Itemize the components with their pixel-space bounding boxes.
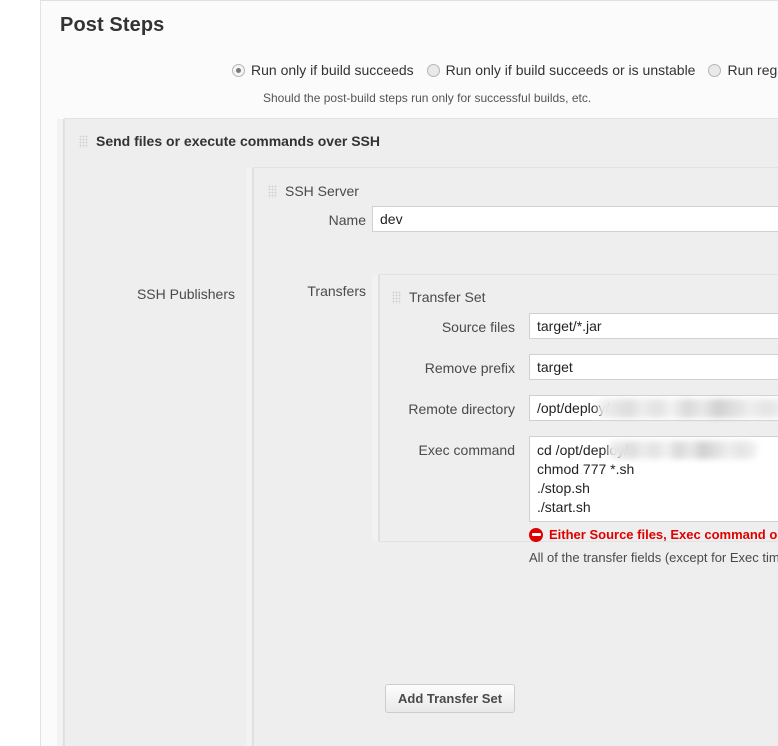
add-transfer-set-button[interactable]: Add Transfer Set xyxy=(385,684,515,713)
drag-handle-icon[interactable] xyxy=(79,135,88,148)
error-icon xyxy=(529,528,543,542)
radio-button-run-if-succeeds[interactable] xyxy=(232,64,245,77)
ssh-server-heading: SSH Server xyxy=(285,183,359,199)
transfer-set-heading: Transfer Set xyxy=(409,289,486,305)
radio-label-run-if-succeeds: Run only if build succeeds xyxy=(251,62,414,78)
radio-label-run-regardless: Run rega xyxy=(727,62,778,78)
source-files-label: Source files xyxy=(365,319,515,335)
remote-directory-label: Remote directory xyxy=(365,401,515,417)
drag-handle-icon[interactable] xyxy=(268,185,277,198)
transfer-set-block: Transfer Set Source files Remove prefix … xyxy=(379,274,778,542)
radio-label-run-if-succeeds-or-unstable: Run only if build succeeds or is unstabl… xyxy=(446,62,696,78)
radio-option-run-regardless[interactable]: Run rega xyxy=(708,62,778,78)
remove-prefix-input[interactable] xyxy=(529,354,778,380)
exec-command-textarea[interactable] xyxy=(529,436,778,522)
transfer-set-error-row: Either Source files, Exec command or bot… xyxy=(529,527,778,542)
exec-command-label: Exec command xyxy=(365,442,515,458)
radio-button-run-if-succeeds-or-unstable[interactable] xyxy=(427,64,440,77)
config-page-area: Post Steps Run only if build succeeds Ru… xyxy=(40,0,778,746)
page-title: Post Steps xyxy=(60,14,164,37)
remove-prefix-label: Remove prefix xyxy=(365,360,515,376)
radio-button-run-regardless[interactable] xyxy=(708,64,721,77)
source-files-input[interactable] xyxy=(529,313,778,339)
screenshot-root: Post Steps Run only if build succeeds Ru… xyxy=(0,0,778,746)
radio-option-run-if-succeeds-or-unstable[interactable]: Run only if build succeeds or is unstabl… xyxy=(427,62,696,78)
transfers-label: Transfers xyxy=(236,283,366,299)
ssh-server-heading-row: SSH Server xyxy=(268,183,359,199)
ssh-server-drag-bar[interactable] xyxy=(246,168,253,746)
transfer-set-help-text: All of the transfer fields (except for E… xyxy=(529,550,778,565)
run-condition-hint: Should the post-build steps run only for… xyxy=(263,91,591,105)
ssh-publisher-block: Send files or execute commands over SSH … xyxy=(64,118,778,746)
ssh-server-block: SSH Server Name Transfers Transfer Set S… xyxy=(253,167,778,746)
ssh-publishers-label: SSH Publishers xyxy=(95,286,235,302)
ssh-publisher-heading-row: Send files or execute commands over SSH xyxy=(79,133,380,149)
transfer-set-error-text: Either Source files, Exec command or bot… xyxy=(549,527,778,542)
ssh-server-name-input[interactable] xyxy=(372,206,778,232)
radio-option-run-if-succeeds[interactable]: Run only if build succeeds xyxy=(232,62,414,78)
ssh-publisher-heading: Send files or execute commands over SSH xyxy=(96,133,380,149)
run-condition-radio-group: Run only if build succeeds Run only if b… xyxy=(232,62,778,78)
ssh-publisher-drag-bar[interactable] xyxy=(57,119,64,746)
remote-directory-input[interactable] xyxy=(529,395,778,421)
drag-handle-icon[interactable] xyxy=(392,291,401,304)
ssh-server-name-label: Name xyxy=(236,212,366,228)
transfer-set-heading-row: Transfer Set xyxy=(392,289,486,305)
